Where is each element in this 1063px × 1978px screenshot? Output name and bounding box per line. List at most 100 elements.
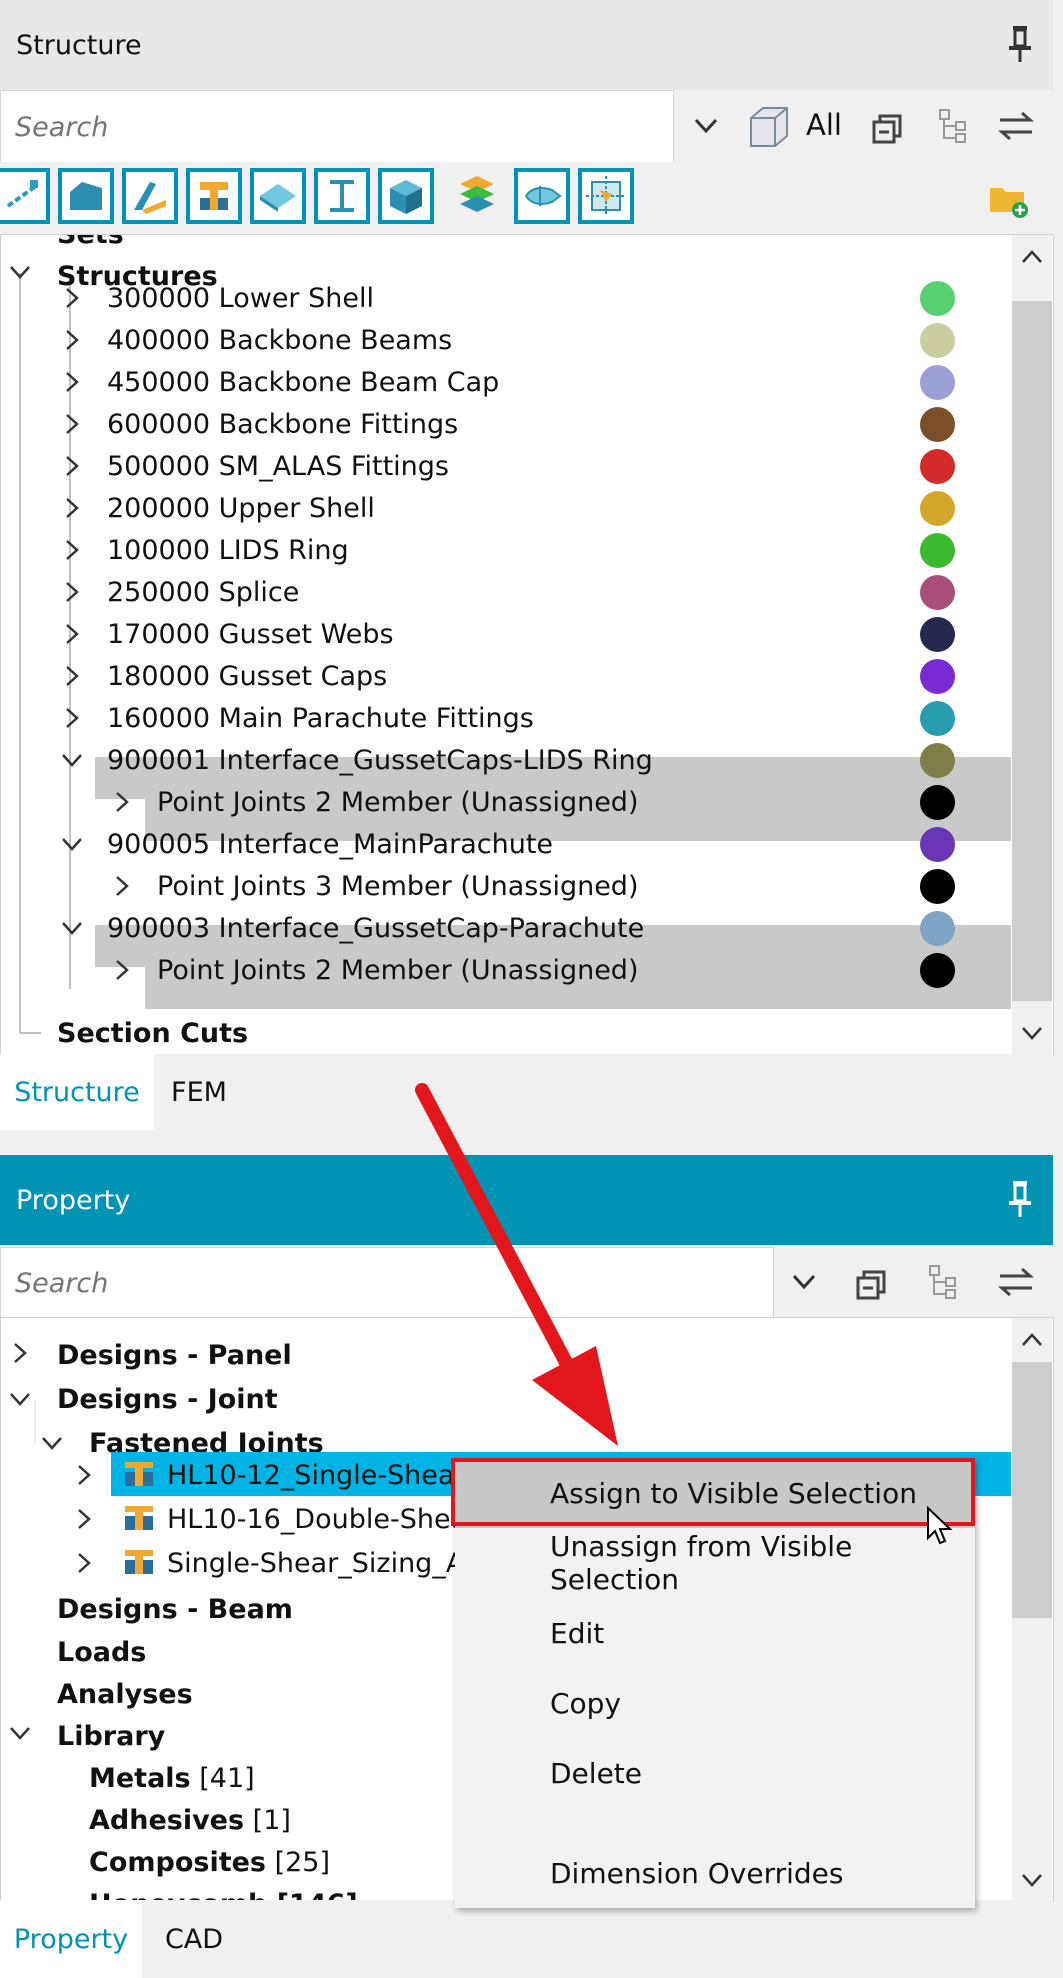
chevron-down-icon[interactable] (61, 749, 83, 771)
chevron-right-icon[interactable] (111, 791, 133, 813)
structure-tree[interactable]: Sets Structures 300000 Lower Shell 400000… (0, 234, 1054, 1056)
tree-structure-item[interactable]: 400000 Backbone Beams (107, 319, 452, 361)
property-search-box[interactable] (0, 1247, 774, 1319)
new-folder-icon[interactable] (988, 180, 1028, 220)
tree-library-composites[interactable]: Composites [25] (89, 1841, 330, 1883)
tree-joint-item[interactable]: HL10-16_Double-Shear (167, 1498, 478, 1540)
color-swatch[interactable] (920, 323, 955, 358)
chevron-right-icon[interactable] (61, 371, 83, 393)
tree-joint-item[interactable]: HL10-12_Single-Shear (167, 1454, 466, 1496)
tree-child-item[interactable]: Point Joints 2 Member (Unassigned) (157, 949, 638, 991)
chevron-right-icon[interactable] (61, 707, 83, 729)
chevron-right-icon[interactable] (61, 497, 83, 519)
toolbar-airfoil-button[interactable] (514, 168, 570, 224)
chevron-down-icon[interactable] (61, 833, 83, 855)
tree-item-section-cuts[interactable]: Section Cuts (57, 1012, 248, 1054)
tree-structure-item[interactable]: 200000 Upper Shell (107, 487, 375, 529)
chevron-right-icon[interactable] (111, 875, 133, 897)
color-swatch[interactable] (920, 953, 955, 988)
toolbar-beam-button[interactable] (314, 168, 370, 224)
toolbar-solid-button[interactable] (58, 168, 114, 224)
property-scrollbar-thumb[interactable] (1012, 1362, 1052, 1618)
swap-arrows-icon[interactable] (998, 1266, 1034, 1298)
tree-library-metals[interactable]: Metals [41] (89, 1757, 255, 1799)
chevron-right-icon[interactable] (73, 1552, 95, 1574)
tree-structure-item[interactable]: 450000 Backbone Beam Cap (107, 361, 499, 403)
tree-structure-item[interactable]: 900001 Interface_GussetCaps-LIDS Ring (107, 739, 653, 781)
tree-library[interactable]: Library (57, 1715, 165, 1757)
chevron-right-icon[interactable] (61, 455, 83, 477)
menu-item-unassign-visible[interactable]: Unassign from Visible Selection (455, 1528, 975, 1598)
color-swatch[interactable] (920, 827, 955, 862)
color-swatch[interactable] (920, 533, 955, 568)
tree-library-adhesives[interactable]: Adhesives [1] (89, 1799, 291, 1841)
tab-property[interactable]: Property (0, 1900, 142, 1978)
pin-icon[interactable] (1005, 1179, 1035, 1219)
toolbar-panel-button[interactable] (250, 168, 306, 224)
menu-item-dimension-overrides[interactable]: Dimension Overrides (455, 1838, 975, 1908)
menu-item-copy[interactable]: Copy (455, 1668, 975, 1738)
chevron-up-icon[interactable] (1021, 1332, 1043, 1348)
chevron-down-icon[interactable] (9, 1722, 31, 1744)
tree-structure-item[interactable]: 250000 Splice (107, 571, 299, 613)
chevron-down-icon[interactable] (792, 1274, 816, 1290)
tab-cad[interactable]: CAD (142, 1900, 246, 1978)
toolbar-angle-button[interactable] (122, 168, 178, 224)
tree-designs-panel[interactable]: Designs - Panel (57, 1340, 292, 1371)
color-swatch[interactable] (920, 701, 955, 736)
chevron-right-icon[interactable] (111, 959, 133, 981)
structure-search-input[interactable] (1, 110, 673, 144)
chevron-right-icon[interactable] (73, 1464, 95, 1486)
color-swatch[interactable] (920, 575, 955, 610)
chevron-right-icon[interactable] (61, 665, 83, 687)
tree-loads[interactable]: Loads (57, 1631, 146, 1673)
filter-all-label[interactable]: All (806, 108, 842, 142)
cube-view-icon[interactable] (745, 104, 791, 150)
chevron-right-icon[interactable] (61, 287, 83, 309)
tree-structure-item[interactable]: 900003 Interface_GussetCap-Parachute (107, 907, 644, 949)
tree-child-item[interactable]: Point Joints 2 Member (Unassigned) (157, 781, 638, 823)
tree-child-item[interactable]: Point Joints 3 Member (Unassigned) (157, 865, 638, 907)
menu-item-delete[interactable]: Delete (455, 1738, 975, 1808)
chevron-right-icon[interactable] (61, 413, 83, 435)
chevron-down-icon[interactable] (41, 1432, 63, 1454)
tree-structure-item[interactable]: 100000 LIDS Ring (107, 529, 349, 571)
property-search-input[interactable] (1, 1266, 773, 1300)
toolbar-joint-button[interactable] (186, 168, 242, 224)
tree-structure-item[interactable]: 170000 Gusset Webs (107, 613, 394, 655)
chevron-right-icon[interactable] (61, 623, 83, 645)
structure-search-box[interactable] (0, 90, 674, 164)
tree-structure-item[interactable]: 900005 Interface_MainParachute (107, 823, 553, 865)
color-swatch[interactable] (920, 785, 955, 820)
tree-analyses[interactable]: Analyses (57, 1673, 193, 1715)
tree-designs-beam[interactable]: Designs - Beam (57, 1588, 293, 1630)
color-swatch[interactable] (920, 911, 955, 946)
color-swatch[interactable] (920, 407, 955, 442)
collapse-all-icon[interactable] (872, 110, 906, 144)
tree-structure-item[interactable]: 180000 Gusset Caps (107, 655, 387, 697)
tree-joint-item[interactable]: Single-Shear_Sizing_A (167, 1542, 464, 1584)
chevron-down-icon[interactable] (694, 118, 718, 134)
collapse-all-icon[interactable] (856, 1266, 890, 1300)
color-swatch[interactable] (920, 281, 955, 316)
chevron-up-icon[interactable] (1021, 249, 1043, 265)
structure-scrollbar-thumb[interactable] (1012, 301, 1052, 1001)
toolbar-segment-button[interactable] (0, 168, 50, 224)
chevron-right-icon[interactable] (61, 581, 83, 603)
chevron-down-icon[interactable] (1021, 1872, 1043, 1888)
color-swatch[interactable] (920, 491, 955, 526)
color-swatch[interactable] (920, 365, 955, 400)
tree-structure-item[interactable]: 300000 Lower Shell (107, 277, 374, 319)
color-swatch[interactable] (920, 743, 955, 778)
chevron-down-icon[interactable] (61, 917, 83, 939)
color-swatch[interactable] (920, 659, 955, 694)
tree-item-sets[interactable]: Sets (57, 235, 124, 255)
tree-hierarchy-icon[interactable] (938, 108, 968, 144)
toolbar-volume-button[interactable] (378, 168, 434, 224)
color-swatch[interactable] (920, 617, 955, 652)
tree-structure-item[interactable]: 500000 SM_ALAS Fittings (107, 445, 449, 487)
layers-icon[interactable] (456, 174, 498, 218)
swap-arrows-icon[interactable] (998, 110, 1034, 142)
chevron-down-icon[interactable] (1021, 1025, 1043, 1041)
chevron-right-icon[interactable] (73, 1508, 95, 1530)
